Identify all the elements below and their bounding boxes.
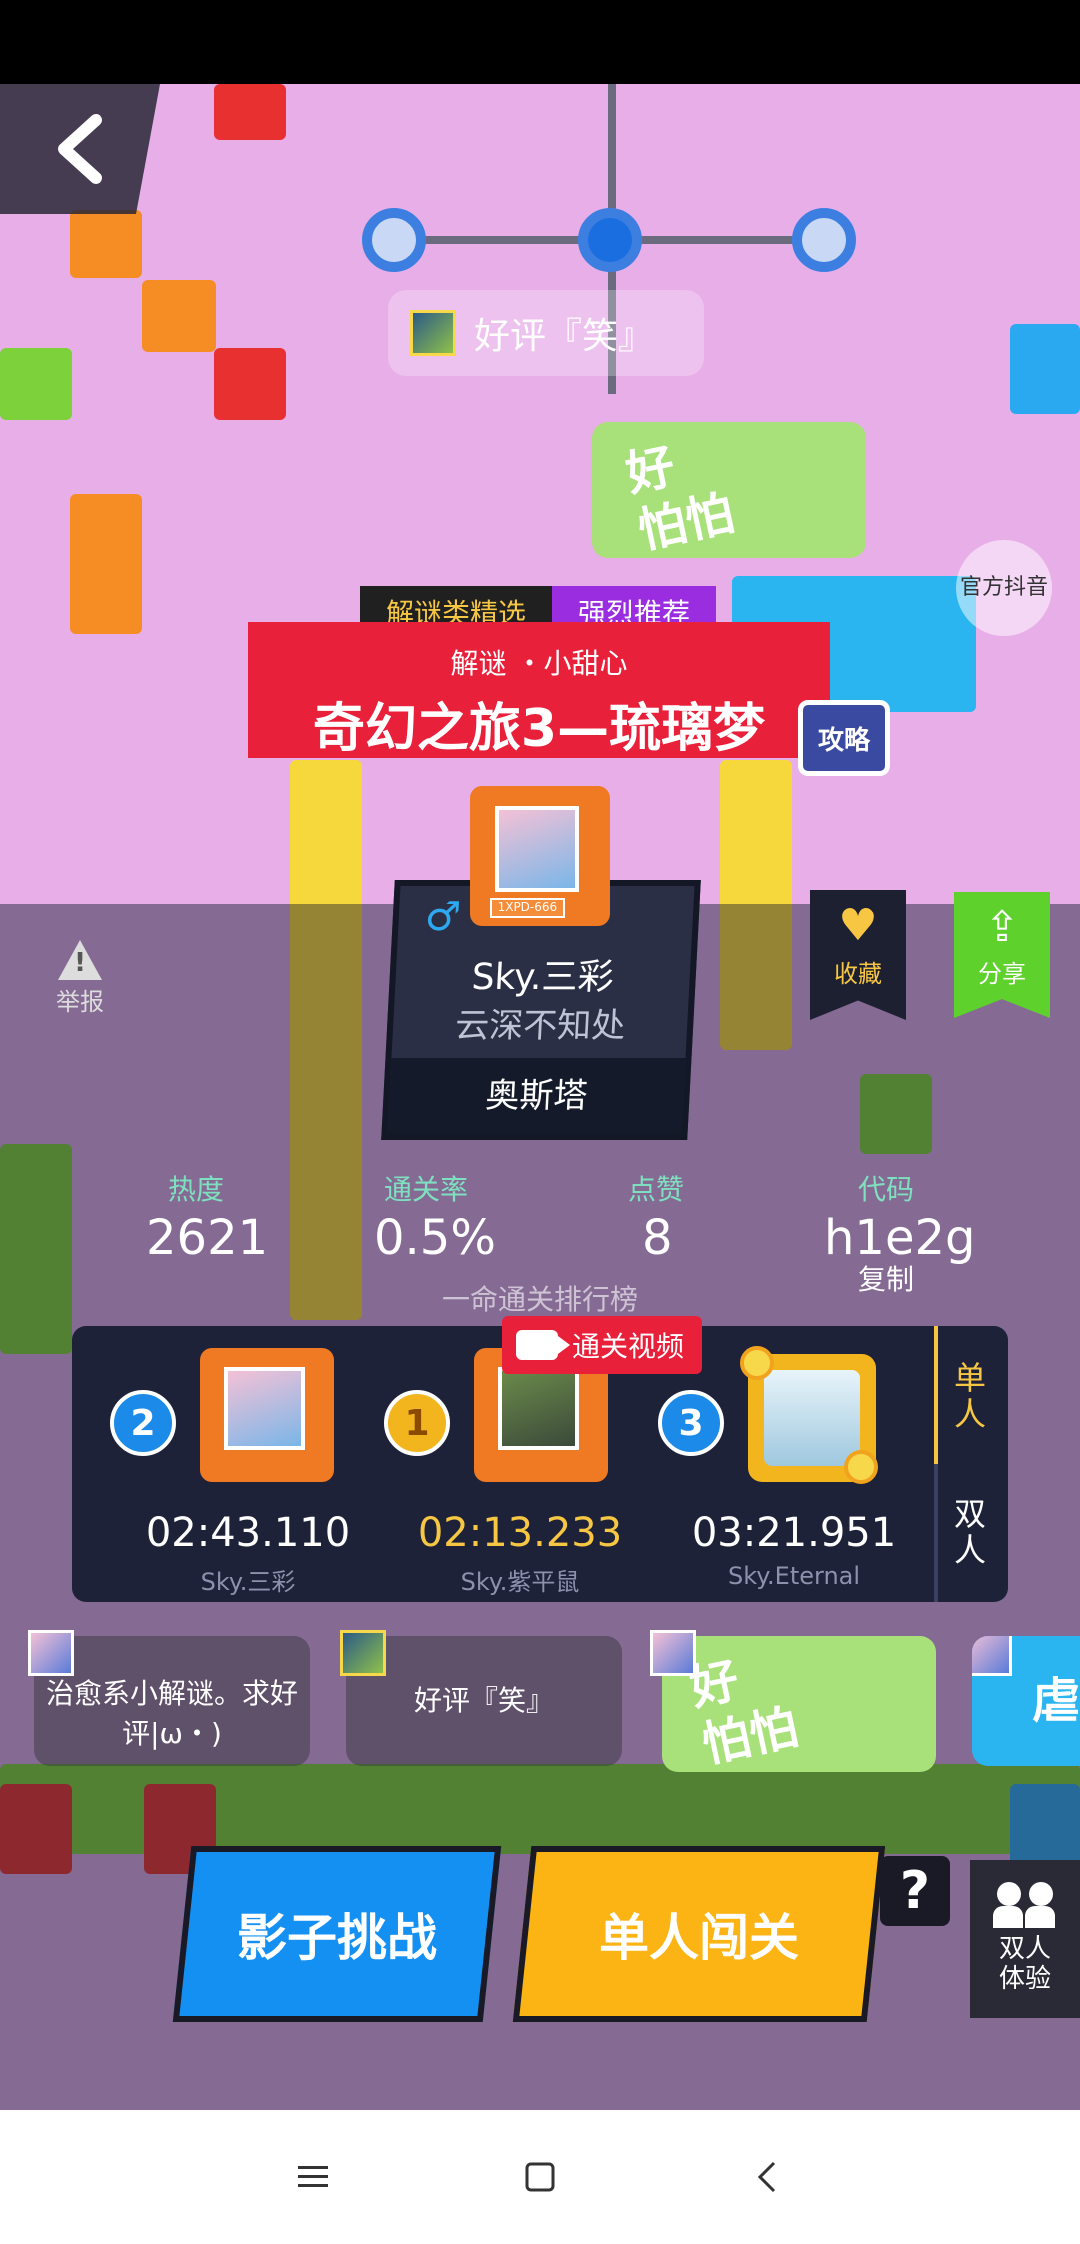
official-douyin-badge[interactable]: 官方抖音 <box>956 540 1052 636</box>
video-camera-icon <box>516 1330 570 1360</box>
heat-label: 热度 <box>168 1173 225 1206</box>
back-arrow-icon <box>58 114 102 184</box>
map-sky <box>0 84 1080 904</box>
level-tags: 解谜 ・小甜心 <box>450 647 628 680</box>
likes-label: 点赞 <box>628 1173 685 1206</box>
map-block <box>214 84 286 140</box>
video-label: 通关视频 <box>572 1330 685 1363</box>
map-sign-text: 好评『笑』 <box>474 316 655 357</box>
report-button[interactable]: ! 举报 <box>56 940 104 1017</box>
rank-player-name: Sky.三彩 <box>200 1568 296 1596</box>
avatar-picture <box>224 1366 305 1450</box>
comment-avatar <box>340 1630 386 1676</box>
comment-tag: 好评『笑』 <box>340 1630 622 1766</box>
flower-decoration <box>844 1450 878 1484</box>
favorite-button[interactable]: ♥ 收藏 <box>810 890 906 1020</box>
home-icon[interactable] <box>510 2147 570 2207</box>
duo-experience-label: 双人体验 <box>998 1934 1051 1994</box>
comment-avatar <box>972 1636 1012 1676</box>
map-block <box>1010 324 1080 414</box>
comment-text: 治愈系小解谜。求好评|ω・) <box>45 1677 298 1750</box>
mode-single-tab[interactable]: 单人 <box>948 1360 992 1432</box>
clear-rate-value: 0.5% <box>374 1210 496 1266</box>
single-play-button[interactable]: 单人闯关 <box>512 1846 886 2022</box>
rank-time: 02:13.233 <box>417 1510 623 1556</box>
two-people-icon <box>993 1882 1057 1928</box>
back-nav-icon[interactable] <box>737 2147 797 2207</box>
share-icon: ⇪ <box>984 902 1020 951</box>
code-label: 代码 <box>858 1173 915 1206</box>
heat-value: 2621 <box>146 1210 269 1266</box>
rank-avatar[interactable] <box>740 1346 878 1484</box>
stat-likes: 点赞 8 <box>628 1168 684 1266</box>
sign-avatar <box>410 310 456 356</box>
heart-icon: ♥ <box>838 900 878 951</box>
back-button[interactable] <box>0 84 160 214</box>
single-play-label: 单人闯关 <box>599 1909 799 1967</box>
warning-icon: ! <box>58 940 102 980</box>
official-text: 官方抖音 <box>959 575 1048 600</box>
rail-node <box>792 208 856 272</box>
stat-code[interactable]: 代码 h1e2g <box>824 1168 976 1266</box>
author-signature: 云深不知处 <box>454 1006 627 1046</box>
clear-rate-label: 通关率 <box>384 1173 469 1206</box>
map-block <box>70 494 142 634</box>
clear-video-button[interactable]: 通关视频 <box>502 1316 702 1374</box>
scared-text: 好 怕怕 <box>685 1641 803 1774</box>
comment-scared-card: 好 怕怕 <box>650 1630 936 1774</box>
avatar-picture <box>495 805 580 893</box>
favorite-label: 收藏 <box>834 960 882 988</box>
rank-time: 02:43.110 <box>145 1510 351 1556</box>
author-avatar[interactable]: 1XPD-666 <box>470 786 610 926</box>
leaderboard-title: 一命通关排行榜 <box>441 1283 638 1316</box>
guide-label: 攻略 <box>817 725 870 756</box>
avatar-picture <box>764 1370 860 1466</box>
map-sign: 好评『笑』 <box>388 290 704 376</box>
avatar-tag: 1XPD-666 <box>489 898 566 918</box>
map-block <box>0 348 72 420</box>
map-block <box>214 348 286 420</box>
rank-badge: 1 <box>384 1390 450 1456</box>
level-title: 奇幻之旅3—琉璃梦 <box>312 699 766 759</box>
map-block <box>142 280 216 352</box>
likes-value: 8 <box>642 1210 673 1266</box>
map-block <box>70 210 142 278</box>
comment-avatar <box>28 1630 74 1676</box>
comment-tag: 治愈系小解谜。求好评|ω・) <box>28 1630 310 1766</box>
rail-node <box>578 208 642 272</box>
rank-time: 03:21.951 <box>691 1510 897 1556</box>
rank-badge: 2 <box>110 1390 176 1456</box>
help-button[interactable]: ? <box>880 1856 950 1926</box>
mode-active-indicator <box>934 1326 938 1464</box>
rank-badge: 3 <box>658 1390 724 1456</box>
guide-button[interactable]: 攻略 <box>798 700 890 776</box>
stat-heat: 热度 2621 <box>146 1168 268 1266</box>
rank-player-name: Sky.Eternal <box>727 1562 861 1590</box>
comment-text: 好评『笑』 <box>413 1684 554 1717</box>
author-name: Sky.三彩 <box>470 957 615 998</box>
duo-experience-button[interactable]: 双人体验 <box>970 1860 1080 2018</box>
rank-player-name: Sky.紫平鼠 <box>460 1568 580 1596</box>
share-label: 分享 <box>978 960 1026 988</box>
report-label: 举报 <box>56 988 104 1016</box>
author-location: 奥斯塔 <box>387 1058 686 1134</box>
share-button[interactable]: ⇪ 分享 <box>954 892 1050 1018</box>
shadow-challenge-label: 影子挑战 <box>237 1909 437 1967</box>
level-title-banner: 解谜 ・小甜心 奇幻之旅3—琉璃梦 <box>248 622 830 759</box>
shadow-challenge-button[interactable]: 影子挑战 <box>172 1846 502 2022</box>
map-scared-card: 好 怕怕 <box>592 422 866 560</box>
male-icon: ♂ <box>423 894 462 940</box>
system-nav-bar <box>0 2110 1080 2244</box>
comment-tag: 虐哭 <box>972 1636 1080 1766</box>
rank-avatar[interactable] <box>200 1348 334 1482</box>
flower-decoration <box>740 1346 774 1380</box>
status-bar <box>0 0 1080 84</box>
mode-double-tab[interactable]: 双人 <box>948 1496 992 1568</box>
stat-clear-rate: 通关率 0.5% <box>374 1168 496 1266</box>
menu-icon[interactable] <box>283 2147 343 2207</box>
rail-node <box>362 208 426 272</box>
scared-text: 好 怕怕 <box>621 427 739 560</box>
comment-text: 虐哭 <box>1032 1673 1080 1729</box>
avatar-picture <box>498 1366 579 1450</box>
